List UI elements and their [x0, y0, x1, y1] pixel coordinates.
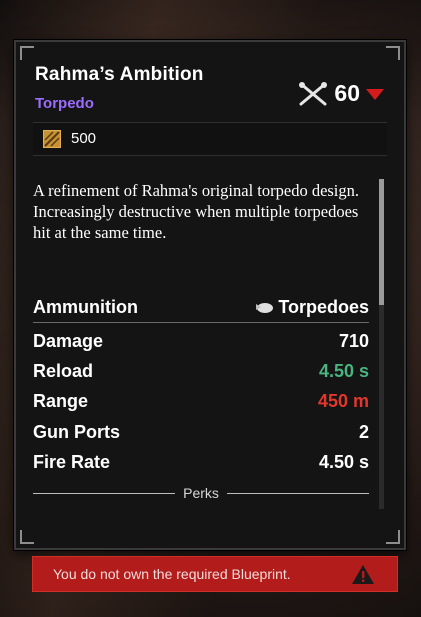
crossed-cannons-icon [299, 81, 328, 105]
ammunition-label: Ammunition [33, 296, 138, 317]
stat-value: 710 [338, 330, 369, 351]
divider-line [226, 492, 370, 494]
corner-ornament-icon [20, 46, 34, 60]
blueprint-warning-banner: You do not own the required Blueprint. [32, 556, 398, 592]
ammunition-row: Ammunition Torpedoes [33, 292, 369, 323]
ammunition-value: Torpedoes [278, 296, 369, 317]
ammunition-value-group: Torpedoes [254, 297, 369, 318]
perks-divider: Perks [33, 485, 370, 501]
torpedo-icon [256, 303, 274, 313]
perks-label: Perks [183, 485, 219, 501]
stat-label: Reload [33, 361, 94, 382]
stat-row: Reload 4.50 s [33, 356, 369, 386]
warning-triangle-icon [352, 565, 374, 584]
divider-line [33, 492, 176, 494]
stat-value: 4.50 s [318, 361, 369, 382]
stat-value: 450 m [317, 391, 369, 412]
stat-label: Damage [33, 330, 104, 351]
corner-ornament-icon [386, 530, 400, 544]
stat-row: Fire Rate 4.50 s [33, 448, 369, 478]
cost-value: 500 [71, 130, 97, 147]
stat-value: 4.50 s [318, 452, 369, 473]
corner-ornament-icon [20, 530, 34, 544]
item-tooltip-panel: Rahma’s Ambition Torpedo 60 500 A refine… [14, 40, 406, 550]
corner-ornament-icon [386, 46, 400, 60]
stat-label: Range [33, 391, 89, 412]
item-description: A refinement of Rahma's original torpedo… [33, 181, 360, 242]
item-type: Torpedo [35, 95, 94, 112]
stat-row: Range 450 m [33, 387, 369, 417]
stat-row: Damage 710 [33, 326, 369, 356]
stat-row: Gun Ports 2 [33, 417, 369, 447]
item-name: Rahma’s Ambition [35, 64, 204, 85]
power-rating: 60 [298, 80, 384, 107]
warning-text: You do not own the required Blueprint. [53, 566, 291, 582]
stat-label: Fire Rate [33, 452, 111, 473]
scrollbar[interactable] [379, 179, 384, 509]
down-triangle-icon [366, 89, 384, 100]
stats-list: Damage 710 Reload 4.50 s Range 450 m Gun… [33, 326, 369, 478]
stat-value: 2 [358, 421, 369, 442]
power-value: 60 [334, 80, 360, 106]
cost-row: 500 [33, 122, 387, 156]
scrollbar-thumb[interactable] [379, 179, 384, 305]
material-crate-icon [43, 130, 61, 148]
stat-label: Gun Ports [33, 421, 121, 442]
